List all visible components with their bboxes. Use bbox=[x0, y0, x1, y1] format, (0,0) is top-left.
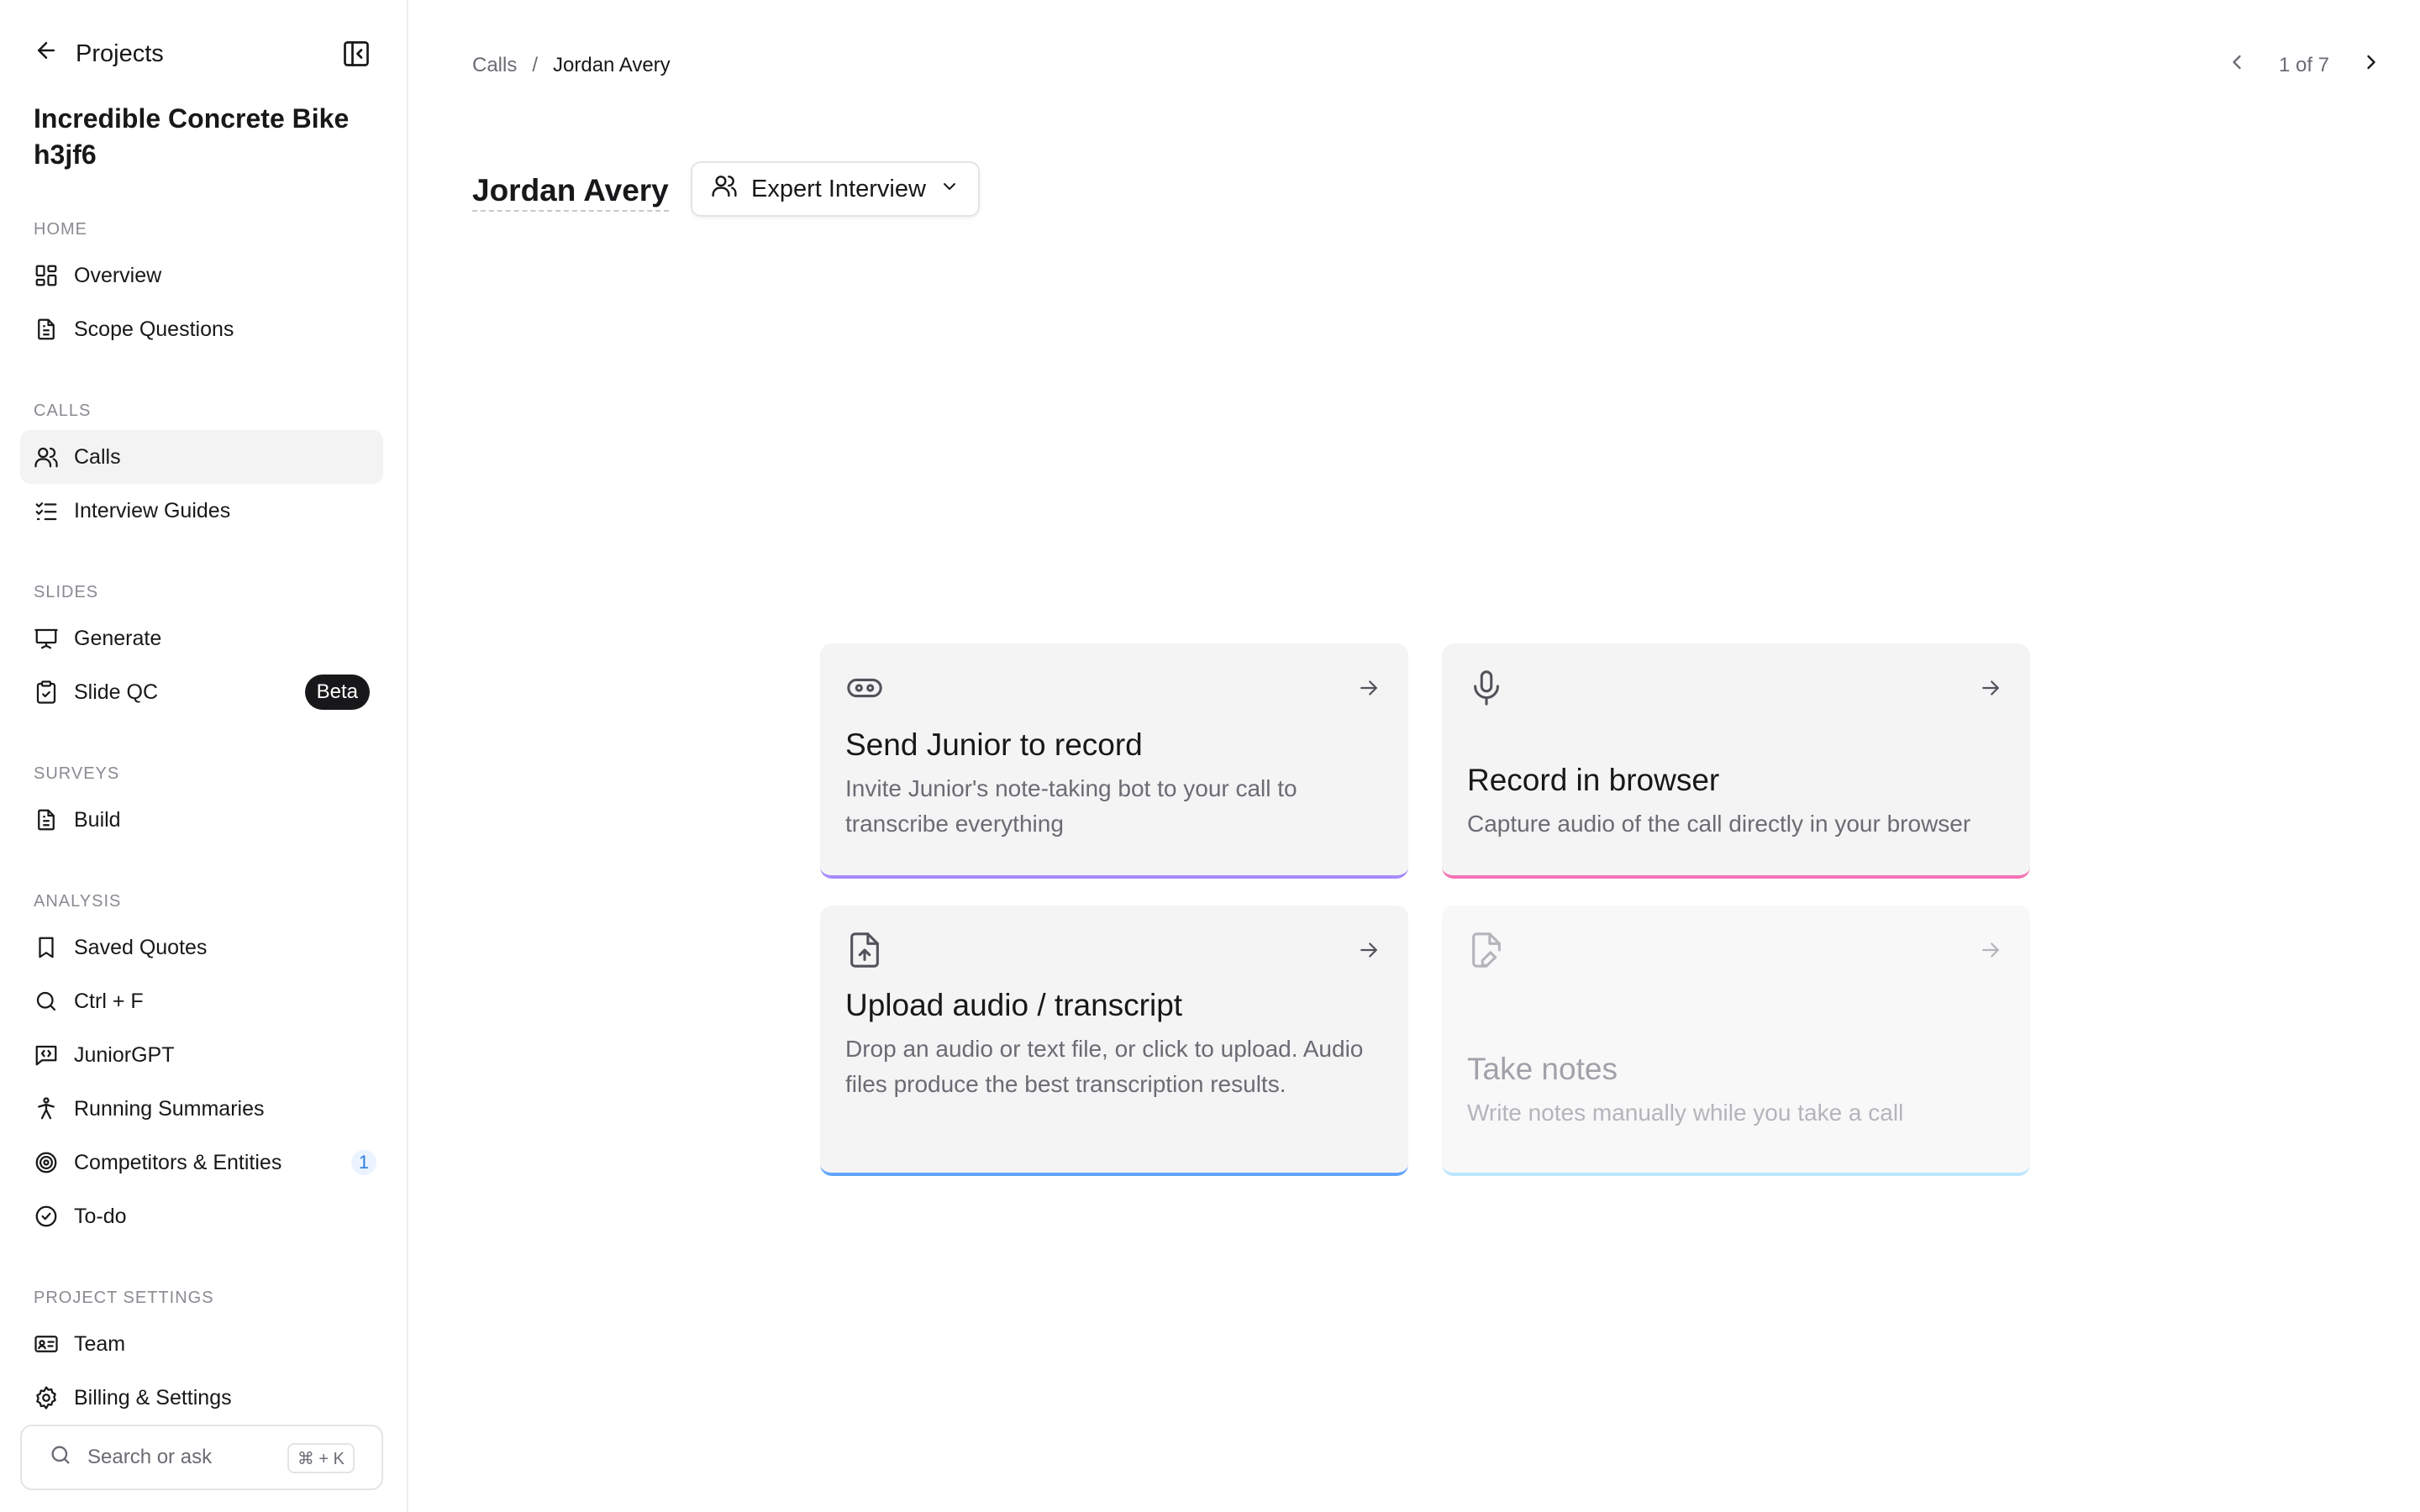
sidebar-item-label: Billing & Settings bbox=[74, 1385, 232, 1410]
sidebar-item-label: JuniorGPT bbox=[74, 1042, 175, 1067]
sidebar-item-label: Generate bbox=[74, 626, 162, 650]
call-type-dropdown[interactable]: Expert Interview bbox=[691, 161, 980, 217]
id-card-icon bbox=[34, 1331, 59, 1357]
circle-check-icon bbox=[34, 1204, 59, 1229]
sidebar-item-calls[interactable]: Calls bbox=[20, 430, 383, 484]
breadcrumb-calls-link[interactable]: Calls bbox=[472, 54, 517, 77]
card-title: Send Junior to record bbox=[845, 727, 1143, 762]
sidebar-item-saved-quotes[interactable]: Saved Quotes bbox=[20, 921, 383, 974]
section-label-surveys: SURVEYS bbox=[34, 764, 120, 783]
count-badge: 1 bbox=[351, 1150, 376, 1175]
card-description: Invite Junior's note-taking bot to your … bbox=[845, 775, 1297, 837]
users-icon bbox=[34, 444, 59, 470]
sidebar-item-label: To-do bbox=[74, 1204, 127, 1228]
sidebar-item-label: Saved Quotes bbox=[74, 935, 208, 959]
message-code-icon bbox=[34, 1042, 59, 1068]
card-title: Record in browser bbox=[1467, 763, 1720, 797]
sidebar-item-todo[interactable]: To-do bbox=[20, 1189, 383, 1243]
sidebar-item-scope-questions[interactable]: Scope Questions bbox=[20, 302, 383, 356]
sidebar-item-label: Scope Questions bbox=[74, 317, 234, 341]
sidebar-item-team[interactable]: Team bbox=[20, 1317, 383, 1371]
panel-left-icon bbox=[341, 41, 371, 72]
sidebar: Projects Incredible Concrete Bike h3jf6 … bbox=[0, 0, 408, 1512]
pager-label: 1 of 7 bbox=[2278, 53, 2329, 76]
layout-dashboard-icon bbox=[34, 263, 59, 288]
card-title: Take notes bbox=[1467, 1052, 1618, 1086]
beta-badge: Beta bbox=[304, 675, 370, 710]
next-call-button[interactable] bbox=[2360, 50, 2383, 80]
list-checks-icon bbox=[34, 498, 59, 523]
file-pen-icon bbox=[1467, 931, 1506, 969]
sidebar-item-label: Slide QC bbox=[74, 680, 159, 704]
section-label-calls: CALLS bbox=[34, 402, 92, 420]
keyboard-shortcut: ⌘ + K bbox=[287, 1443, 355, 1473]
person-running-icon bbox=[34, 1096, 59, 1121]
back-to-projects-link[interactable]: Projects bbox=[34, 37, 164, 71]
card-description: Drop an audio or text file, or click to … bbox=[845, 1036, 1364, 1097]
pager: 1 of 7 bbox=[2225, 50, 2383, 80]
card-description: Write notes manually while you take a ca… bbox=[1467, 1100, 1904, 1126]
bookmark-icon bbox=[34, 935, 59, 960]
collapse-sidebar-button[interactable] bbox=[341, 39, 371, 69]
search-input[interactable]: Search or ask ⌘ + K bbox=[20, 1425, 383, 1490]
section-label-slides: SLIDES bbox=[34, 583, 99, 601]
take-notes-card[interactable]: Take notes Write notes manually while yo… bbox=[1442, 906, 2030, 1176]
chevron-down-icon bbox=[939, 176, 960, 203]
clipboard-check-icon bbox=[34, 680, 59, 705]
microphone-icon bbox=[1467, 669, 1506, 707]
file-text-icon bbox=[34, 317, 59, 342]
sidebar-item-label: Overview bbox=[74, 263, 162, 287]
sidebar-item-billing-settings[interactable]: Billing & Settings bbox=[20, 1371, 383, 1425]
section-label-home: HOME bbox=[34, 220, 87, 239]
search-placeholder: Search or ask bbox=[87, 1446, 213, 1468]
presentation-icon bbox=[34, 626, 59, 651]
sidebar-item-generate[interactable]: Generate bbox=[20, 612, 383, 665]
sidebar-item-overview[interactable]: Overview bbox=[20, 249, 383, 302]
upload-audio-transcript-card[interactable]: Upload audio / transcript Drop an audio … bbox=[820, 906, 1408, 1176]
sidebar-item-label: Build bbox=[74, 807, 121, 832]
target-icon bbox=[34, 1150, 59, 1175]
card-title: Upload audio / transcript bbox=[845, 988, 1183, 1022]
arrow-right-icon bbox=[1356, 675, 1381, 701]
call-type-label: Expert Interview bbox=[751, 175, 926, 202]
section-label-project-settings: PROJECT SETTINGS bbox=[34, 1289, 214, 1307]
breadcrumb: Calls / Jordan Avery bbox=[472, 54, 671, 77]
arrow-right-icon bbox=[1978, 675, 2003, 701]
search-icon bbox=[34, 989, 59, 1014]
send-junior-to-record-card[interactable]: Send Junior to record Invite Junior's no… bbox=[820, 643, 1408, 879]
breadcrumb-separator: / bbox=[532, 54, 539, 76]
previous-call-button[interactable] bbox=[2225, 50, 2249, 80]
users-icon bbox=[711, 172, 738, 206]
section-label-analysis: ANALYSIS bbox=[34, 892, 122, 911]
sidebar-item-label: Running Summaries bbox=[74, 1096, 265, 1121]
chevron-right-icon bbox=[2367, 55, 2375, 70]
sidebar-item-slide-qc[interactable]: Slide QC Beta bbox=[20, 665, 383, 719]
card-description: Capture audio of the call directly in yo… bbox=[1467, 811, 1971, 837]
sidebar-item-ctrl-f[interactable]: Ctrl + F bbox=[20, 974, 383, 1028]
search-icon bbox=[49, 1443, 72, 1473]
arrow-left-icon bbox=[34, 38, 59, 70]
sidebar-item-label: Team bbox=[74, 1331, 126, 1356]
bot-icon bbox=[845, 669, 884, 707]
project-title: Incredible Concrete Bike h3jf6 bbox=[34, 103, 350, 170]
file-upload-icon bbox=[845, 931, 884, 969]
sidebar-item-junior-gpt[interactable]: JuniorGPT bbox=[20, 1028, 383, 1082]
sidebar-item-build[interactable]: Build bbox=[20, 793, 383, 847]
arrow-right-icon bbox=[1356, 937, 1381, 963]
breadcrumb-current: Jordan Avery bbox=[553, 54, 671, 76]
back-label: Projects bbox=[76, 39, 164, 67]
sidebar-item-label: Competitors & Entities bbox=[74, 1150, 282, 1174]
file-text-icon bbox=[34, 807, 59, 832]
sidebar-item-label: Calls bbox=[74, 444, 121, 469]
chevron-left-icon bbox=[2233, 55, 2241, 70]
call-name-title[interactable]: Jordan Avery bbox=[472, 173, 669, 212]
sidebar-item-label: Interview Guides bbox=[74, 498, 231, 522]
gear-icon bbox=[34, 1385, 59, 1410]
sidebar-item-interview-guides[interactable]: Interview Guides bbox=[20, 484, 383, 538]
sidebar-item-running-summaries[interactable]: Running Summaries bbox=[20, 1082, 383, 1136]
record-in-browser-card[interactable]: Record in browser Capture audio of the c… bbox=[1442, 643, 2030, 879]
arrow-right-icon bbox=[1978, 937, 2003, 963]
sidebar-item-competitors-entities[interactable]: Competitors & Entities 1 bbox=[20, 1136, 383, 1189]
sidebar-item-label: Ctrl + F bbox=[74, 989, 144, 1013]
